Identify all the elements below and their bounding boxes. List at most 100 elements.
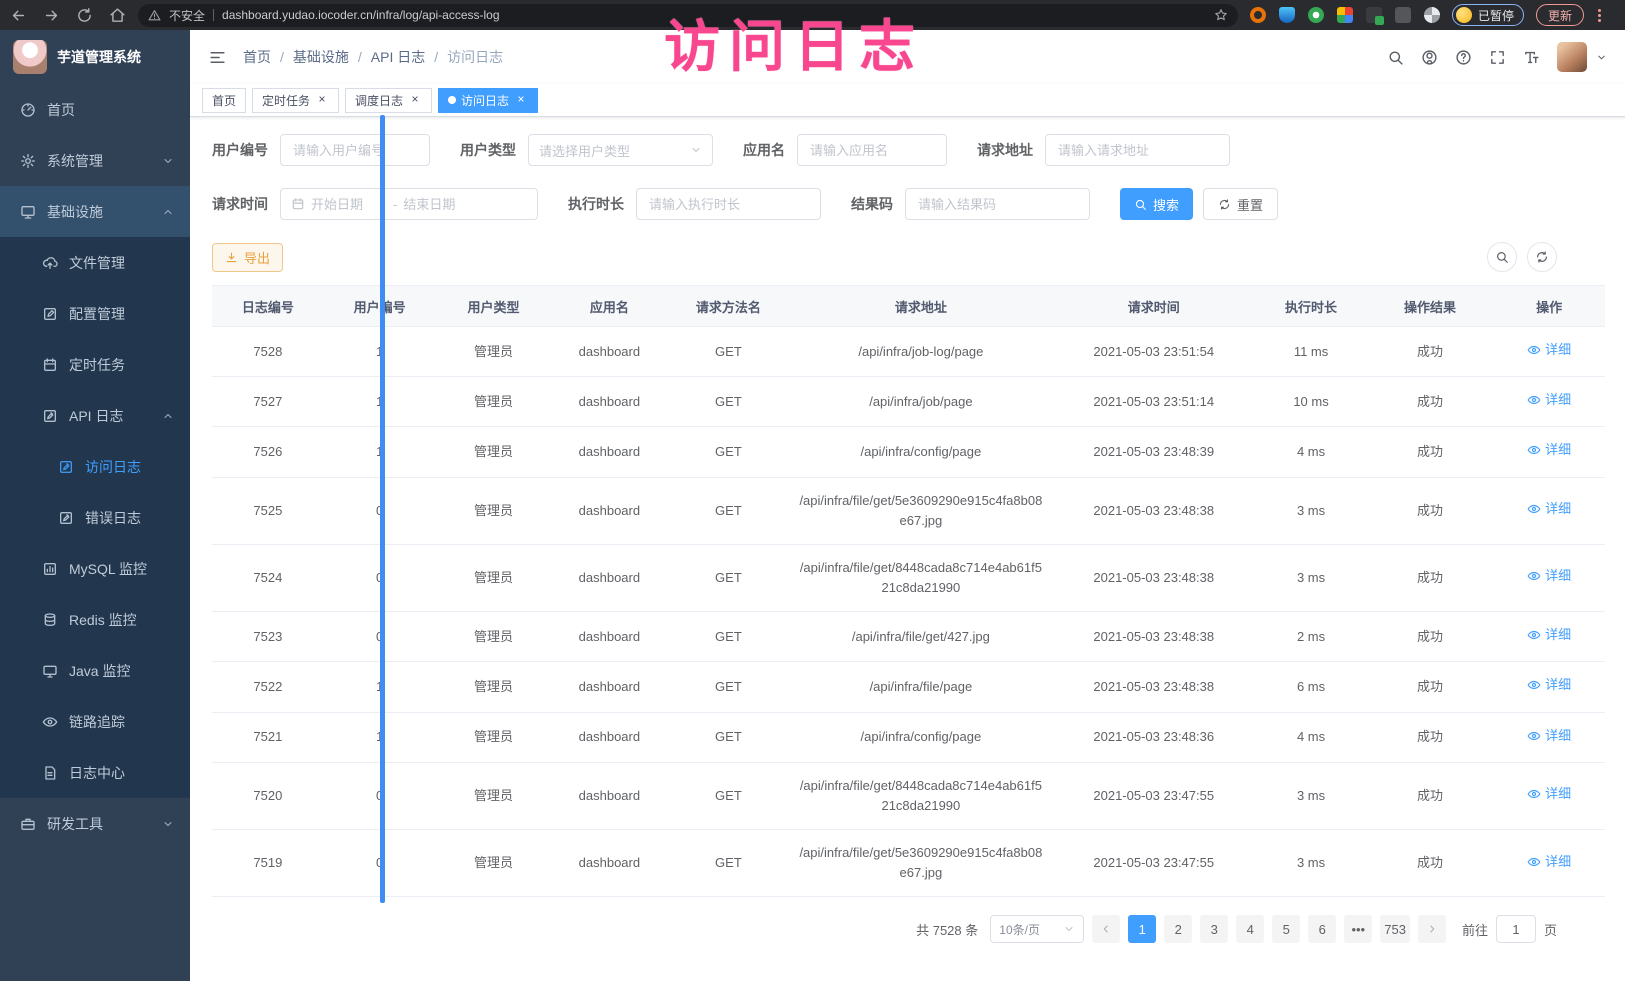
sidebar-item-dev-tools[interactable]: 研发工具	[0, 798, 190, 849]
detail-link[interactable]: 详细	[1527, 675, 1571, 695]
page-button-1[interactable]: 1	[1128, 915, 1156, 943]
grid-extension-icon[interactable]	[1337, 7, 1353, 23]
page-button-3[interactable]: 3	[1200, 915, 1228, 943]
briefcase-icon	[20, 816, 36, 832]
sidebar-item-home[interactable]: 首页	[0, 84, 190, 135]
detail-link[interactable]: 详细	[1527, 852, 1571, 872]
breadcrumb-infrastructure[interactable]: 基础设施	[293, 47, 349, 67]
close-icon[interactable]: ×	[514, 93, 528, 107]
cell-method: GET	[667, 762, 789, 829]
reset-button[interactable]: 重置	[1203, 188, 1278, 220]
address-bar[interactable]: 不安全 dashboard.yudao.iocoder.cn/infra/log…	[138, 4, 1238, 27]
sidebar-item-scheduled-task[interactable]: 定时任务	[0, 339, 190, 390]
goto-page-input[interactable]	[1496, 915, 1536, 943]
duration-input[interactable]	[636, 188, 821, 220]
sidebar-item-system-management[interactable]: 系统管理	[0, 135, 190, 186]
cell-user-type: 管理员	[436, 377, 552, 427]
bookmark-star-icon[interactable]	[1214, 8, 1228, 22]
page-button-4[interactable]: 4	[1236, 915, 1264, 943]
sidebar-item-trace[interactable]: 链路追踪	[0, 696, 190, 747]
user-avatar[interactable]	[1557, 42, 1587, 72]
tab-access-log[interactable]: 访问日志×	[438, 88, 538, 113]
app-name-input[interactable]	[797, 134, 947, 166]
breadcrumb-api-log[interactable]: API 日志	[371, 47, 425, 67]
table-search-toggle-button[interactable]	[1487, 242, 1517, 272]
detail-link[interactable]: 详细	[1527, 440, 1571, 460]
font-size-icon[interactable]	[1523, 49, 1540, 66]
avatar-caret-down-icon[interactable]	[1596, 52, 1607, 63]
user-id-input[interactable]	[280, 134, 430, 166]
sidebar-item-java-monitor[interactable]: Java 监控	[0, 645, 190, 696]
sidebar-item-label: 研发工具	[47, 814, 103, 834]
table-refresh-button[interactable]	[1527, 242, 1557, 272]
next-page-button[interactable]	[1418, 915, 1446, 943]
shield-extension-icon[interactable]	[1279, 7, 1295, 23]
result-code-input[interactable]	[905, 188, 1090, 220]
close-icon[interactable]: ×	[315, 93, 329, 107]
sidebar-item-access-log[interactable]: 访问日志	[0, 441, 190, 492]
page-size-select[interactable]: 10条/页	[990, 915, 1084, 943]
scrollbar-thumb[interactable]	[380, 115, 385, 903]
sidebar-item-infrastructure[interactable]: 基础设施	[0, 186, 190, 237]
detail-link[interactable]: 详细	[1527, 340, 1571, 360]
cell-request-time: 2021-05-03 23:51:54	[1052, 327, 1255, 377]
eye-icon	[1527, 343, 1541, 357]
sidebar-item-log-center[interactable]: 日志中心	[0, 747, 190, 798]
orange-circle-extension-icon[interactable]	[1250, 7, 1266, 23]
end-date-input[interactable]	[403, 197, 479, 212]
sidebar-item-api-log[interactable]: API 日志	[0, 390, 190, 441]
browser-forward-icon[interactable]	[43, 7, 60, 24]
page-button-6[interactable]: 6	[1308, 915, 1336, 943]
detail-link[interactable]: 详细	[1527, 625, 1571, 645]
detail-link[interactable]: 详细	[1527, 390, 1571, 410]
page-button-5[interactable]: 5	[1272, 915, 1300, 943]
close-icon[interactable]: ×	[408, 93, 422, 107]
browser-menu-icon[interactable]	[1596, 7, 1603, 24]
sidebar-item-config-management[interactable]: 配置管理	[0, 288, 190, 339]
tab-schedule-log[interactable]: 调度日志×	[345, 88, 432, 113]
export-button[interactable]: 导出	[212, 243, 283, 272]
prev-page-button[interactable]	[1092, 915, 1120, 943]
sidebar-item-mysql-monitor[interactable]: MySQL 监控	[0, 543, 190, 594]
page-button-753[interactable]: 753	[1380, 915, 1410, 943]
divider	[213, 9, 214, 21]
paused-extension-badge[interactable]: 已暂停	[1452, 4, 1524, 26]
table-row: 75190管理员dashboardGET/api/infra/file/get/…	[212, 830, 1605, 897]
sidebar-item-error-log[interactable]: 错误日志	[0, 492, 190, 543]
detail-link[interactable]: 详细	[1527, 499, 1571, 519]
sidebar-item-label: 访问日志	[85, 457, 141, 477]
tab-scheduled-task[interactable]: 定时任务×	[252, 88, 339, 113]
sidebar-collapse-icon[interactable]	[208, 48, 227, 67]
request-time-daterange[interactable]: -	[280, 188, 538, 220]
sidebar-item-redis-monitor[interactable]: Redis 监控	[0, 594, 190, 645]
docs-help-icon[interactable]	[1455, 49, 1472, 66]
filter-label-request-url: 请求地址	[977, 140, 1033, 160]
header-search-icon[interactable]	[1387, 49, 1404, 66]
browser-reload-icon[interactable]	[76, 7, 93, 24]
page-button-2[interactable]: 2	[1164, 915, 1192, 943]
pinwheel-extension-icon[interactable]	[1424, 7, 1440, 23]
browser-update-button[interactable]: 更新	[1536, 4, 1584, 26]
start-date-input[interactable]	[311, 197, 387, 212]
green-circle-extension-icon[interactable]	[1308, 7, 1324, 23]
request-url-input[interactable]	[1045, 134, 1230, 166]
detail-link[interactable]: 详细	[1527, 784, 1571, 804]
sidebar-item-file-management[interactable]: 文件管理	[0, 237, 190, 288]
detail-link[interactable]: 详细	[1527, 566, 1571, 586]
detail-link[interactable]: 详细	[1527, 726, 1571, 746]
user-type-select[interactable]: 请选择用户类型	[528, 134, 713, 166]
security-warning-icon[interactable]	[148, 9, 161, 22]
tab-home[interactable]: 首页	[202, 88, 246, 113]
fullscreen-icon[interactable]	[1489, 49, 1506, 66]
sidebar-item-label: 系统管理	[47, 151, 103, 171]
search-button[interactable]: 搜索	[1120, 188, 1193, 220]
pagination-more-button[interactable]: •••	[1344, 915, 1372, 943]
translate-extension-icon[interactable]	[1366, 7, 1382, 23]
browser-back-icon[interactable]	[10, 7, 27, 24]
dark-extension-icon[interactable]	[1395, 7, 1411, 23]
app-logo[interactable]: 芋道管理系统	[0, 30, 190, 84]
github-icon[interactable]	[1421, 49, 1438, 66]
browser-home-icon[interactable]	[109, 7, 126, 24]
breadcrumb-home[interactable]: 首页	[243, 47, 271, 67]
column-header-method: 请求方法名	[667, 286, 789, 327]
